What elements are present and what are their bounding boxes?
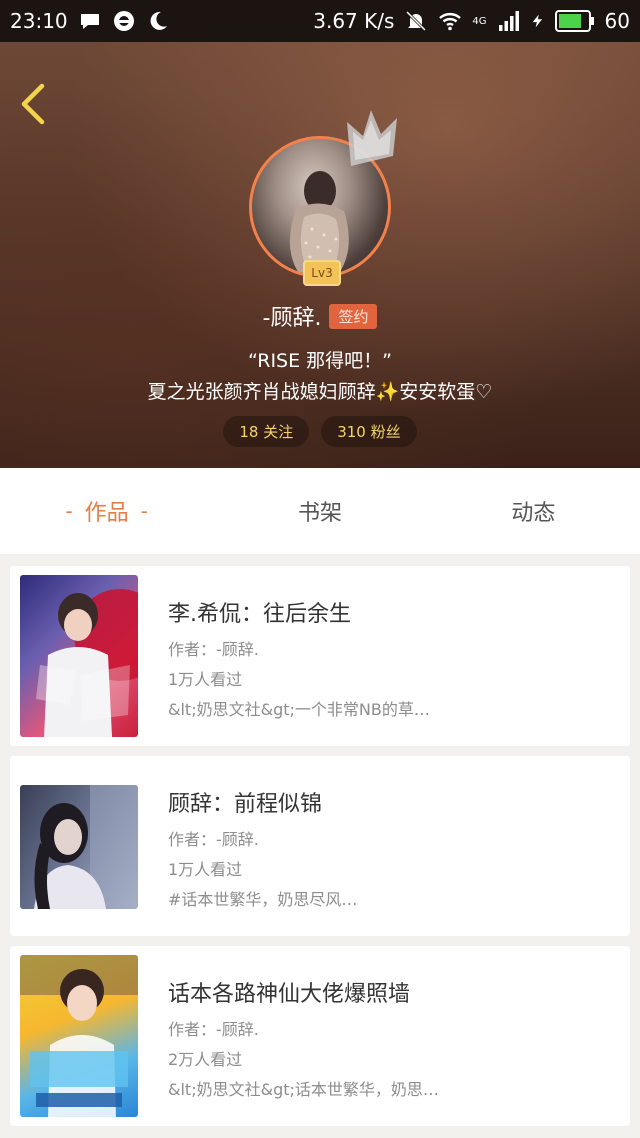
tab-works-label: 作品 — [84, 501, 129, 526]
tab-dash-left: - — [65, 499, 73, 523]
book-card[interactable]: 李.希侃：往后余生 作者：-顾辞. 1万人看过 &lt;奶思文社&gt;一个非常… — [10, 566, 630, 746]
book-author: 作者：-顾辞. — [168, 830, 259, 849]
username: -顾辞. — [262, 306, 322, 331]
book-views: 1万人看过 — [168, 670, 243, 689]
book-views: 2万人看过 — [168, 1050, 243, 1069]
tab-bar: - 作品 - 书架 动态 — [0, 468, 640, 554]
book-cover-art-icon — [20, 955, 138, 1117]
book-title: 李.希侃：往后余生 — [168, 602, 351, 627]
charging-icon — [532, 14, 542, 28]
avatar-container[interactable]: Lv3 — [249, 110, 397, 286]
battery-icon — [554, 10, 594, 32]
tab-activity-label: 动态 — [511, 501, 556, 526]
tab-activity[interactable]: 动态 — [427, 468, 640, 554]
shield-circle-icon — [113, 11, 134, 31]
fans-count[interactable]: 310 粉丝 — [321, 416, 417, 447]
book-card[interactable]: 顾辞：前程似锦 作者：-顾辞. 1万人看过 #话本世繁华，奶思尽风… — [10, 756, 630, 936]
tab-dash-right: - — [140, 499, 148, 523]
book-card[interactable]: 话本各路神仙大佬爆照墙 作者：-顾辞. 2万人看过 &lt;奶思文社&gt;话本… — [10, 946, 630, 1126]
network-type: 4G — [472, 15, 487, 27]
chat-bubble-icon — [80, 14, 99, 29]
book-author: 作者：-顾辞. — [168, 1020, 259, 1039]
book-cover[interactable] — [20, 785, 138, 909]
crown-icon — [347, 110, 397, 166]
moon-icon — [150, 11, 167, 30]
status-bar: 23:10 3.67 K/s 4G 60 — [0, 0, 640, 42]
signed-badge: 签约 — [329, 303, 378, 329]
profile-header: Lv3 -顾辞. 签约 “RISE 那得吧！” 夏之光张颜齐肖战媳妇顾辞✨安安软… — [0, 42, 640, 468]
network-speed: 3.67 K/s — [313, 9, 395, 33]
book-cover[interactable] — [20, 955, 138, 1117]
bio-line-2: 夏之光张颜齐肖战媳妇顾辞✨安安软蛋♡ — [147, 381, 493, 403]
name-row: -顾辞. 签约 — [0, 300, 640, 332]
signal-icon — [498, 11, 519, 31]
tab-bookshelf-label: 书架 — [297, 501, 342, 526]
battery-level: 60 — [604, 9, 630, 33]
tab-bookshelf[interactable]: 书架 — [213, 468, 426, 554]
book-description: &lt;奶思文社&gt;一个非常NB的草… — [168, 700, 430, 719]
book-cover-art-icon — [36, 589, 138, 737]
book-title: 顾辞：前程似锦 — [168, 792, 323, 817]
book-author: 作者：-顾辞. — [168, 640, 259, 659]
book-title: 话本各路神仙大佬爆照墙 — [168, 982, 411, 1007]
bio-line-1: “RISE 那得吧！” — [247, 350, 392, 372]
tab-works[interactable]: - 作品 - — [0, 468, 213, 554]
book-cover-art-icon — [34, 785, 138, 909]
following-count[interactable]: 18 关注 — [223, 416, 310, 447]
book-views: 1万人看过 — [168, 860, 243, 879]
wifi-icon — [439, 13, 462, 31]
level-badge: Lv3 — [303, 260, 341, 286]
book-description: #话本世繁华，奶思尽风… — [168, 890, 358, 909]
mute-bell-icon — [406, 10, 427, 32]
book-cover[interactable] — [20, 575, 138, 737]
back-arrow-icon[interactable] — [14, 82, 54, 126]
book-description: &lt;奶思文社&gt;话本世繁华，奶思… — [168, 1080, 439, 1099]
stats-row: 18 关注 310 粉丝 — [0, 416, 640, 447]
clock: 23:10 — [10, 9, 68, 33]
